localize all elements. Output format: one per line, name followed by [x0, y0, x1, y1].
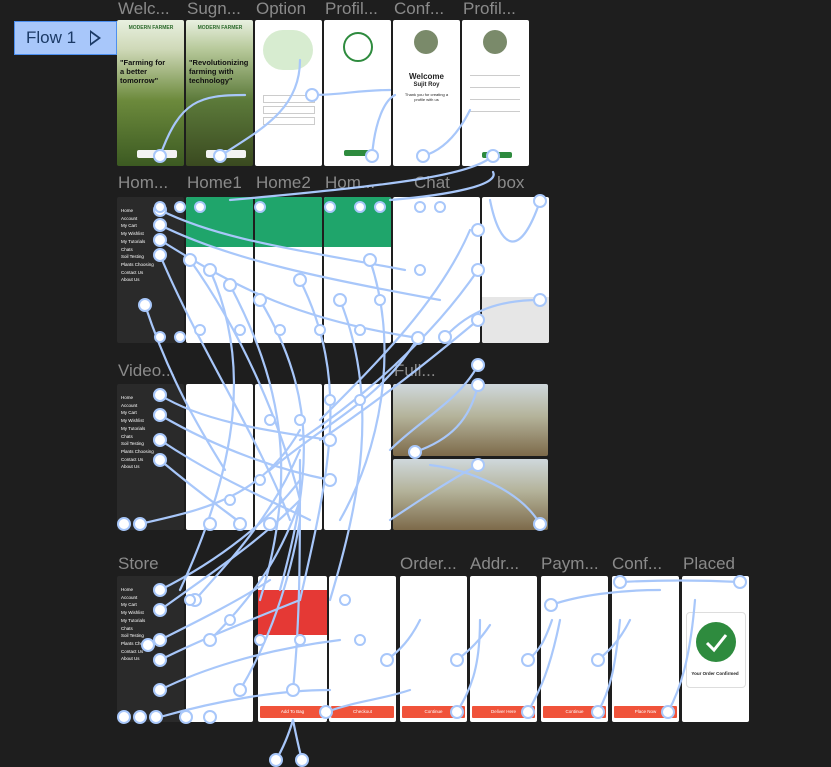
flow-start-badge[interactable]: Flow 1 — [14, 21, 117, 55]
design-canvas[interactable]: Welc... Sugn... Option Profil... Conf...… — [0, 0, 831, 767]
prototype-connectors — [117, 58, 747, 767]
play-icon[interactable] — [90, 30, 102, 46]
flow-label: Flow 1 — [26, 28, 77, 47]
